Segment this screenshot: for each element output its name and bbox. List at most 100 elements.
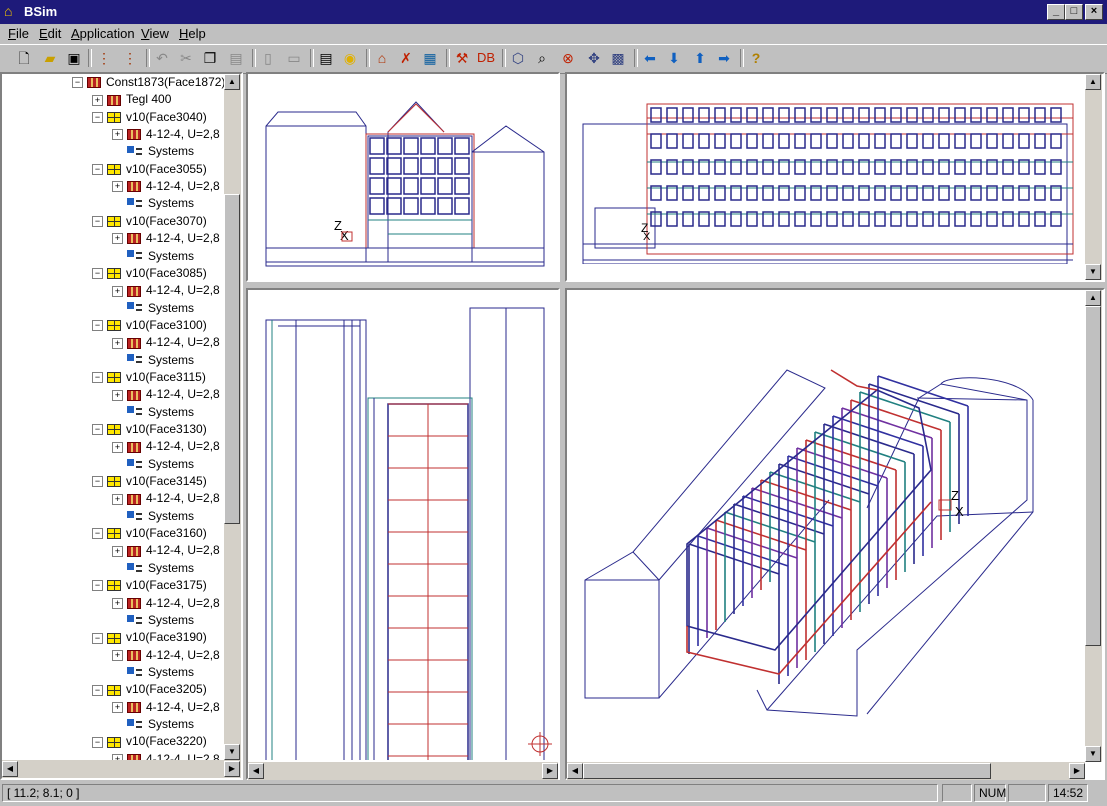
expand-icon[interactable]: + [112, 285, 123, 297]
report-icon[interactable]: ▤ [316, 48, 336, 68]
tree-node-face[interactable]: − v10(Face3145) [92, 473, 207, 490]
expand-icon[interactable]: + [112, 233, 123, 245]
collapse-icon[interactable]: − [92, 684, 103, 696]
scroll-right-icon[interactable]: ▶ [1069, 763, 1085, 779]
tree-node-glazing[interactable]: +4-12-4, U=2,8 [112, 386, 220, 403]
tree-node-glazing[interactable]: +4-12-4, U=2,8 [112, 751, 220, 760]
tree-node-face[interactable]: − v10(Face3175) [92, 577, 207, 594]
3d-vscroll[interactable]: ▲ ▼ [1085, 290, 1102, 762]
expand-icon[interactable]: + [112, 441, 123, 453]
scroll-down-icon[interactable]: ▼ [1085, 264, 1101, 280]
tree-node-face[interactable]: − v10(Face3190) [92, 629, 207, 646]
building-icon[interactable]: ▦ [420, 48, 440, 68]
tree-node-glazing[interactable]: +4-12-4, U=2,8 [112, 438, 220, 455]
tree-node-systems[interactable]: Systems [112, 248, 194, 265]
viewport-side[interactable]: Z X ▲ ▼ [565, 72, 1105, 282]
cube-icon[interactable]: ⬡ [508, 48, 528, 68]
tree-node-systems[interactable]: Systems [112, 404, 194, 421]
viewport-plan[interactable]: ◀ ▶ [246, 288, 560, 780]
minimize-button[interactable]: _ [1047, 4, 1065, 20]
scroll-thumb[interactable] [583, 763, 991, 779]
tree-node-face[interactable]: − v10(Face3055) [92, 161, 207, 178]
tree-node-systems[interactable]: Systems [112, 612, 194, 629]
tree-node-systems[interactable]: Systems [112, 508, 194, 525]
collapse-icon[interactable]: − [92, 164, 103, 176]
scroll-right-icon[interactable]: ▶ [224, 761, 240, 777]
tree-node-face[interactable]: − v10(Face3085) [92, 265, 207, 282]
collapse-icon[interactable]: − [92, 528, 103, 540]
undo-icon[interactable]: ↶ [152, 48, 172, 68]
scroll-left-icon[interactable]: ◀ [248, 763, 264, 779]
tree-node-glazing[interactable]: +4-12-4, U=2,8 [112, 490, 220, 507]
fit-icon[interactable]: ▩ [608, 48, 628, 68]
tree-icon[interactable]: ⋮ [94, 48, 114, 68]
scroll-left-icon[interactable]: ◀ [2, 761, 18, 777]
3d-hscroll[interactable]: ◀ ▶ [567, 762, 1085, 780]
arrow-right-icon[interactable]: ➡ [714, 48, 734, 68]
scroll-up-icon[interactable]: ▲ [1085, 290, 1101, 306]
tree-hscroll[interactable]: ◀ ▶ [2, 760, 241, 778]
cut-icon[interactable]: ✂ [176, 48, 196, 68]
side-vscroll[interactable]: ▲ ▼ [1085, 74, 1102, 280]
expand-icon[interactable]: + [112, 129, 123, 141]
expand-icon[interactable]: + [112, 649, 123, 661]
open-icon[interactable]: ▰ [40, 48, 60, 68]
tree-node-glazing[interactable]: +4-12-4, U=2,8 [112, 334, 220, 351]
save-icon[interactable]: ▣ [64, 48, 84, 68]
expand-icon[interactable]: + [92, 94, 103, 106]
paste-icon[interactable]: ▤ [226, 48, 246, 68]
collapse-icon[interactable]: − [72, 77, 83, 89]
pan-icon[interactable]: ✥ [584, 48, 604, 68]
tree-node-face[interactable]: − v10(Face3130) [92, 421, 207, 438]
house-icon[interactable]: ⌂ [372, 48, 392, 68]
expand-icon[interactable]: + [112, 181, 123, 193]
scroll-up-icon[interactable]: ▲ [1085, 74, 1101, 90]
app-house-icon[interactable]: ⌂ [4, 3, 12, 19]
tree-node-face[interactable]: − v10(Face3100) [92, 317, 207, 334]
tree-node-face[interactable]: − v10(Face3220) [92, 733, 207, 750]
collapse-icon[interactable]: − [92, 372, 103, 384]
db-icon[interactable]: DB [476, 48, 496, 68]
expand-icon[interactable]: + [112, 389, 123, 401]
scroll-down-icon[interactable]: ▼ [1085, 746, 1101, 762]
tree-node-systems[interactable]: Systems [112, 456, 194, 473]
arrow-left-icon[interactable]: ⬅ [640, 48, 660, 68]
expand-icon[interactable]: + [112, 493, 123, 505]
zoom-out-icon[interactable]: ⊗ [558, 48, 578, 68]
tool-icon[interactable]: ⚒ [452, 48, 472, 68]
tree-node-systems[interactable]: Systems [112, 560, 194, 577]
menu-view[interactable]: View [141, 26, 169, 41]
maximize-button[interactable]: □ [1065, 4, 1083, 20]
scroll-thumb[interactable] [224, 194, 240, 524]
expand-icon[interactable]: + [112, 701, 123, 713]
tree-node-glazing[interactable]: +4-12-4, U=2,8 [112, 595, 220, 612]
tree-node-glazing[interactable]: +4-12-4, U=2,8 [112, 542, 220, 559]
tree-node-face[interactable]: − v10(Face3070) [92, 213, 207, 230]
menu-application[interactable]: Application [71, 26, 135, 41]
scroll-right-icon[interactable]: ▶ [542, 763, 558, 779]
collapse-icon[interactable]: − [92, 736, 103, 748]
arrow-up-icon[interactable]: ⬆ [690, 48, 710, 68]
tree-node-face[interactable]: − v10(Face3160) [92, 525, 207, 542]
tree-node-glazing[interactable]: +4-12-4, U=2,8 [112, 282, 220, 299]
tree-node-face[interactable]: − v10(Face3115) [92, 369, 206, 386]
scroll-thumb[interactable] [1085, 306, 1101, 646]
scroll-down-icon[interactable]: ▼ [224, 744, 240, 760]
preview-icon[interactable]: ▯ [258, 48, 278, 68]
tree-node-face[interactable]: − v10(Face3040) [92, 109, 207, 126]
collapse-icon[interactable]: − [92, 320, 103, 332]
arrow-down-icon[interactable]: ⬇ [664, 48, 684, 68]
menu-help[interactable]: Help [179, 26, 206, 41]
collapse-icon[interactable]: − [92, 112, 103, 124]
tree-node-systems[interactable]: Systems [112, 664, 194, 681]
collapse-icon[interactable]: − [92, 268, 103, 280]
collapse-icon[interactable]: − [92, 424, 103, 436]
scroll-up-icon[interactable]: ▲ [224, 74, 240, 90]
tree-node-glazing[interactable]: +4-12-4, U=2,8 [112, 699, 220, 716]
collapse-icon[interactable]: − [92, 476, 103, 488]
tree-node-systems[interactable]: Systems [112, 352, 194, 369]
tree-node-roof[interactable]: + Tegl 400 [92, 91, 171, 108]
delete-house-icon[interactable]: ✗ [396, 48, 416, 68]
plan-hscroll[interactable]: ◀ ▶ [248, 762, 558, 780]
expand-icon[interactable]: + [112, 337, 123, 349]
